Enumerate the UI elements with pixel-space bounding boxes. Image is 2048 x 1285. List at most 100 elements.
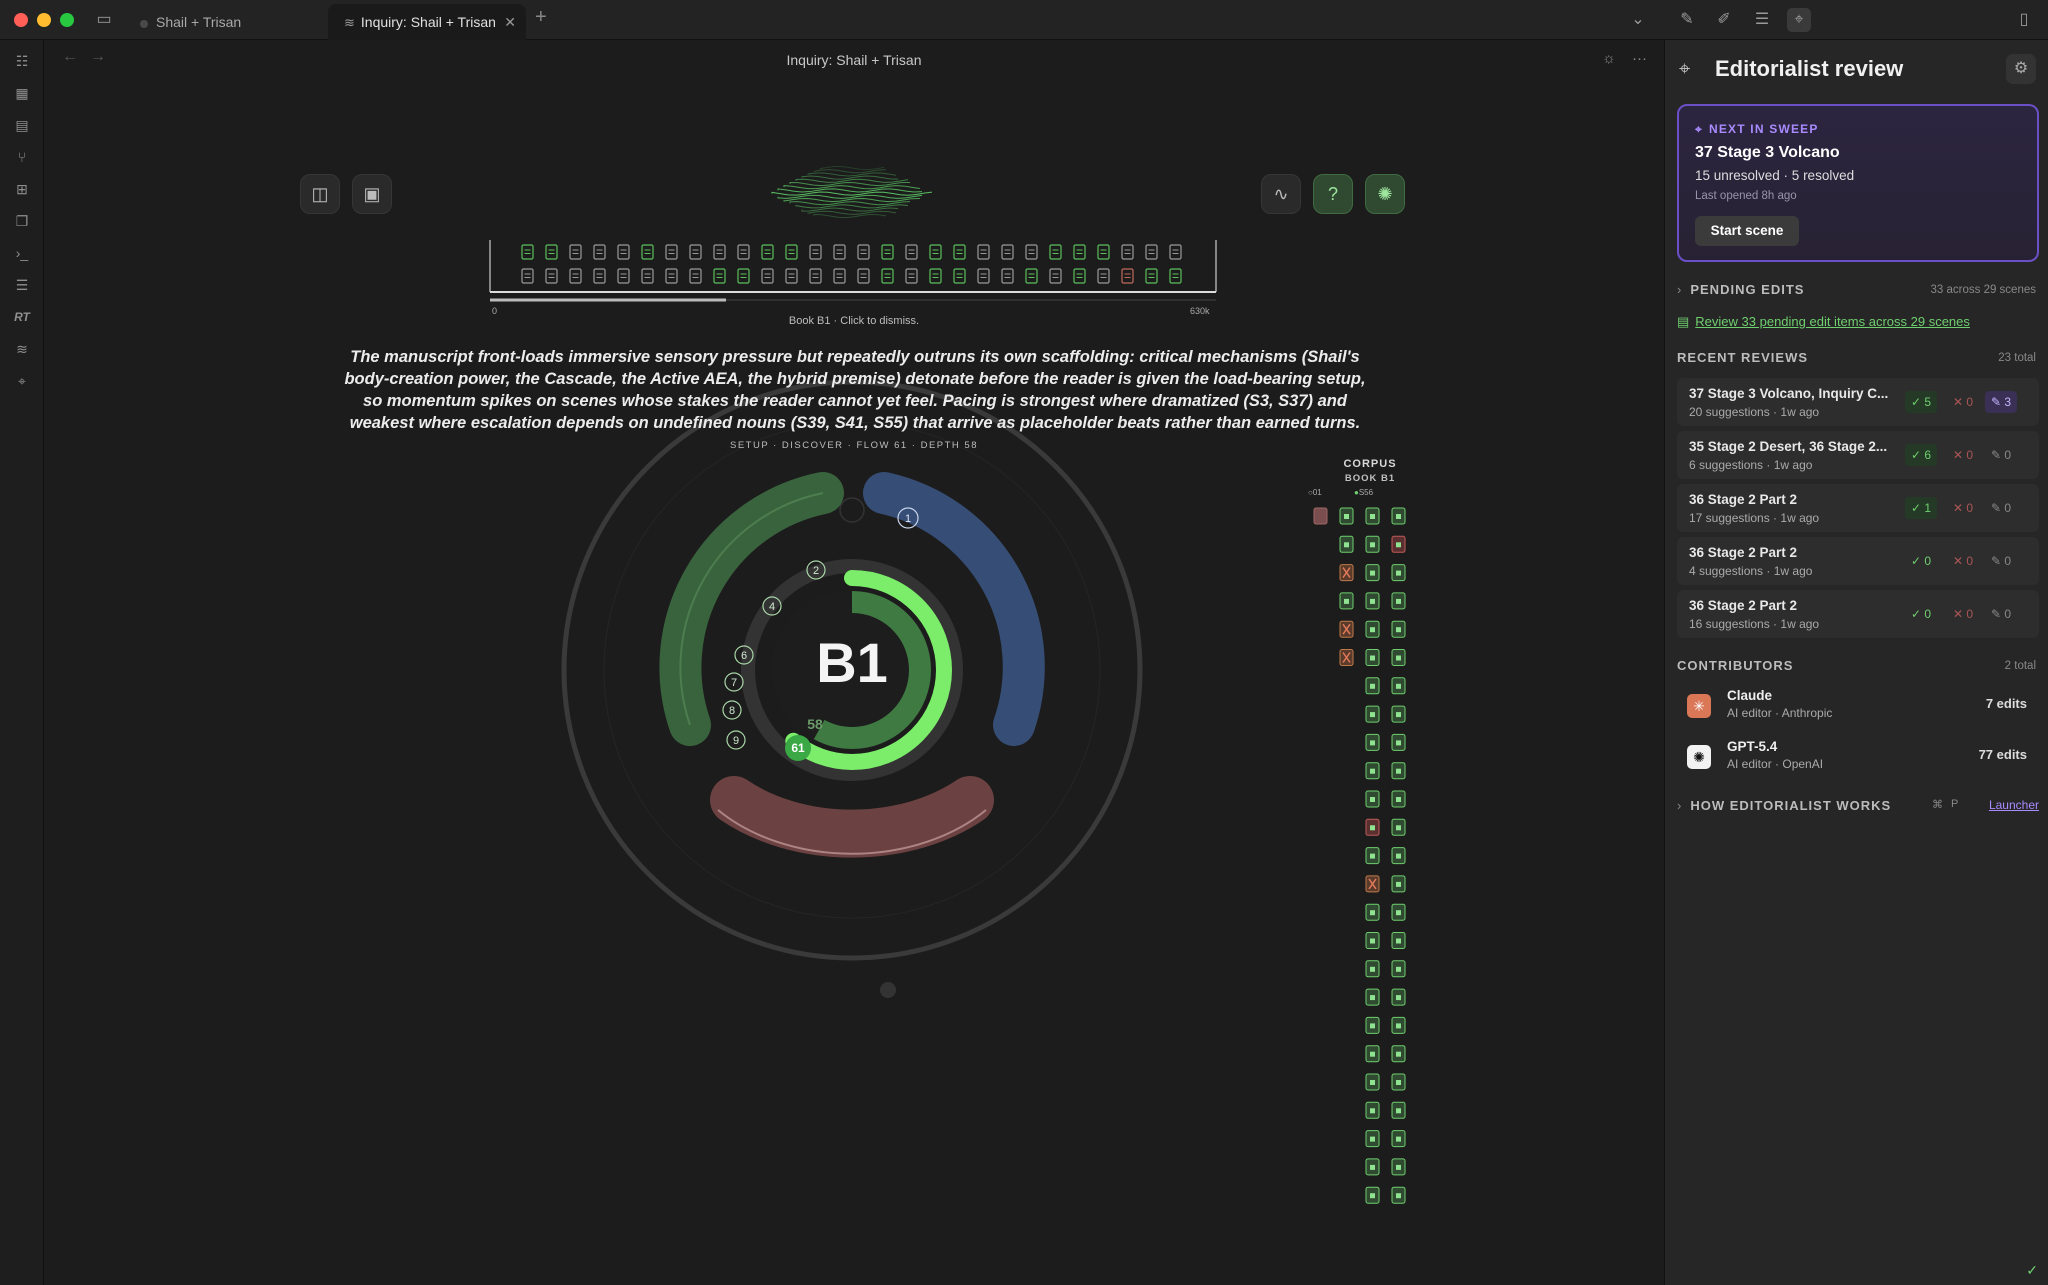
editorialist-icon[interactable]: ⌖ xyxy=(1787,8,1811,32)
chevron-down-icon[interactable]: ⌄ xyxy=(1626,8,1650,32)
rejected-count[interactable]: ✕ 0 xyxy=(1947,444,1979,466)
contributor-sub: AI editor · OpenAI xyxy=(1727,757,1824,771)
gear-icon[interactable]: ⚙ xyxy=(2006,54,2036,84)
tab-label: Inquiry: Shail + Trisan xyxy=(360,14,496,30)
corpus-cell xyxy=(1365,1016,1380,1034)
right-sidebar-toggle-icon[interactable]: ▯ xyxy=(2012,8,2036,32)
recent-review-row[interactable]: 37 Stage 3 Volcano, Inquiry C... 20 sugge… xyxy=(1677,378,2039,426)
recent-review-row[interactable]: 36 Stage 2 Part 2 17 suggestions · 1w ago… xyxy=(1677,484,2039,532)
tag-icon[interactable]: ⌖ xyxy=(11,370,33,392)
waveform-line xyxy=(813,213,887,219)
review-title: 37 Stage 3 Volcano, Inquiry C... xyxy=(1689,386,1889,401)
layout-icon[interactable]: ▦ xyxy=(11,82,33,104)
edited-count[interactable]: ✎ 0 xyxy=(1985,444,2017,466)
timeline-scene-doc xyxy=(1073,244,1086,260)
timeline-scene-doc xyxy=(857,268,870,284)
accepted-count[interactable]: ✓ 6 xyxy=(1905,444,1938,466)
svg-text:1: 1 xyxy=(905,513,911,525)
tab-shail-trisan[interactable]: Shail + Trisan xyxy=(130,4,325,40)
zoom-window-button[interactable] xyxy=(60,13,74,27)
pen-icon[interactable]: ✎ xyxy=(1675,8,1699,32)
contributor-row[interactable]: ✺ GPT-5.4 AI editor · OpenAI 77 edits xyxy=(1677,733,2039,781)
review-title: 36 Stage 2 Part 2 xyxy=(1689,598,1798,613)
pending-edits-heading: PENDING EDITS xyxy=(1690,282,1805,297)
minimize-window-button[interactable] xyxy=(37,13,51,27)
contributor-name: Claude xyxy=(1727,688,1773,703)
pending-edits-header[interactable]: › PENDING EDITS xyxy=(1677,282,1804,297)
red-arc[interactable] xyxy=(710,776,994,858)
review-pending-link-label: Review 33 pending edit items across 29 s… xyxy=(1695,314,1970,329)
timeline-scene-doc xyxy=(713,244,726,260)
accepted-count[interactable]: ✓ 1 xyxy=(1905,497,1938,519)
inquiry-ribbon-icon[interactable]: ≋ xyxy=(11,338,33,360)
timeline-scene-doc xyxy=(953,244,966,260)
openai-logo-icon: ✺ xyxy=(1687,745,1711,769)
next-in-sweep-tag-label: NEXT IN SWEEP xyxy=(1708,122,1819,136)
timeline-scene-doc xyxy=(641,268,654,284)
launcher-link[interactable]: Launcher xyxy=(1989,798,2039,812)
timeline-scene-doc xyxy=(521,268,534,284)
corpus-cell xyxy=(1365,1130,1380,1148)
review-title: 36 Stage 2 Part 2 xyxy=(1689,545,1798,560)
timeline-scene-doc xyxy=(953,268,966,284)
flow-marker[interactable]: 61 xyxy=(785,735,811,761)
corpus-cell xyxy=(1365,564,1380,582)
grid-icon[interactable]: ⊞ xyxy=(11,178,33,200)
accepted-count[interactable]: ✓ 0 xyxy=(1905,603,1937,625)
rejected-count[interactable]: ✕ 0 xyxy=(1947,550,1979,572)
recent-review-row[interactable]: 36 Stage 2 Part 2 16 suggestions · 1w ago… xyxy=(1677,590,2039,638)
timeline-scene-doc xyxy=(569,268,582,284)
timeline-scene-doc xyxy=(1145,244,1158,260)
rejected-count[interactable]: ✕ 0 xyxy=(1947,497,1979,519)
list-icon[interactable]: ☰ xyxy=(1750,8,1774,32)
recent-review-row[interactable]: 35 Stage 2 Desert, 36 Stage 2... 6 sugges… xyxy=(1677,431,2039,479)
timeline-scene-doc xyxy=(1073,268,1086,284)
corpus-cell xyxy=(1365,762,1380,780)
timeline-scene-doc xyxy=(641,244,654,260)
close-tab-icon[interactable]: ✕ xyxy=(504,4,516,40)
recent-review-row[interactable]: 36 Stage 2 Part 2 4 suggestions · 1w ago ✓… xyxy=(1677,537,2039,585)
waveform-line xyxy=(777,194,923,199)
review-sub: 6 suggestions · 1w ago xyxy=(1689,458,1813,472)
graph-icon[interactable]: ⑂ xyxy=(11,146,33,168)
rejected-count[interactable]: ✕ 0 xyxy=(1947,603,1979,625)
corpus-cell xyxy=(1391,988,1406,1006)
edited-count[interactable]: ✎ 0 xyxy=(1985,497,2017,519)
contributor-edits: 7 edits xyxy=(1985,696,2027,711)
rejected-count[interactable]: ✕ 0 xyxy=(1947,391,1979,413)
timeline-scene-doc xyxy=(545,244,558,260)
timeline-scene-doc xyxy=(833,244,846,260)
outline-icon[interactable]: ☰ xyxy=(11,274,33,296)
checklist-icon[interactable]: ☷ xyxy=(11,50,33,72)
chevron-right-icon: › xyxy=(1677,282,1683,297)
tab-inquiry[interactable]: ≋ Inquiry: Shail + Trisan ✕ xyxy=(328,4,526,40)
how-editorialist-works[interactable]: › HOW EDITORIALIST WORKS ⌘ P Launcher xyxy=(1677,798,2039,818)
recent-reviews-heading: RECENT REVIEWS xyxy=(1677,350,1809,365)
edited-count[interactable]: ✎ 0 xyxy=(1985,603,2017,625)
review-pending-link[interactable]: ▤ Review 33 pending edit items across 29 … xyxy=(1677,314,1970,330)
rejected-count-value: 0 xyxy=(1966,607,1974,621)
rt-icon[interactable]: RT xyxy=(11,306,33,328)
edited-count[interactable]: ✎ 3 xyxy=(1985,391,2018,413)
timeline-scene-doc xyxy=(905,244,918,260)
sidebar-toggle-icon[interactable]: ▭ xyxy=(92,8,116,32)
sweep-scene-name: 37 Stage 3 Volcano xyxy=(1695,144,1840,161)
new-tab-button[interactable]: + xyxy=(535,6,547,29)
copy-icon[interactable]: ❐ xyxy=(11,210,33,232)
start-scene-button[interactable]: Start scene xyxy=(1695,216,1799,246)
document-icon[interactable]: ▤ xyxy=(11,114,33,136)
accepted-count[interactable]: ✓ 5 xyxy=(1905,391,1938,413)
next-in-sweep-card: ⌖ NEXT IN SWEEP 37 Stage 3 Volcano 15 unr… xyxy=(1677,104,2039,262)
corpus-cell xyxy=(1391,564,1406,582)
dismiss-hint[interactable]: Book B1 · Click to dismiss. xyxy=(44,315,1664,327)
pen-edit-icon[interactable]: ✐ xyxy=(1712,8,1736,32)
accepted-count[interactable]: ✓ 0 xyxy=(1905,550,1937,572)
close-window-button[interactable] xyxy=(14,13,28,27)
terminal-icon[interactable]: ›_ xyxy=(11,242,33,264)
corpus-cell xyxy=(1365,818,1380,836)
timeline-scene-doc xyxy=(929,244,942,260)
book-label: B1 xyxy=(816,631,888,694)
depth-marker: 58 xyxy=(807,716,823,732)
contributor-row[interactable]: ✳ Claude AI editor · Anthropic 7 edits xyxy=(1677,682,2039,730)
edited-count[interactable]: ✎ 0 xyxy=(1985,550,2017,572)
